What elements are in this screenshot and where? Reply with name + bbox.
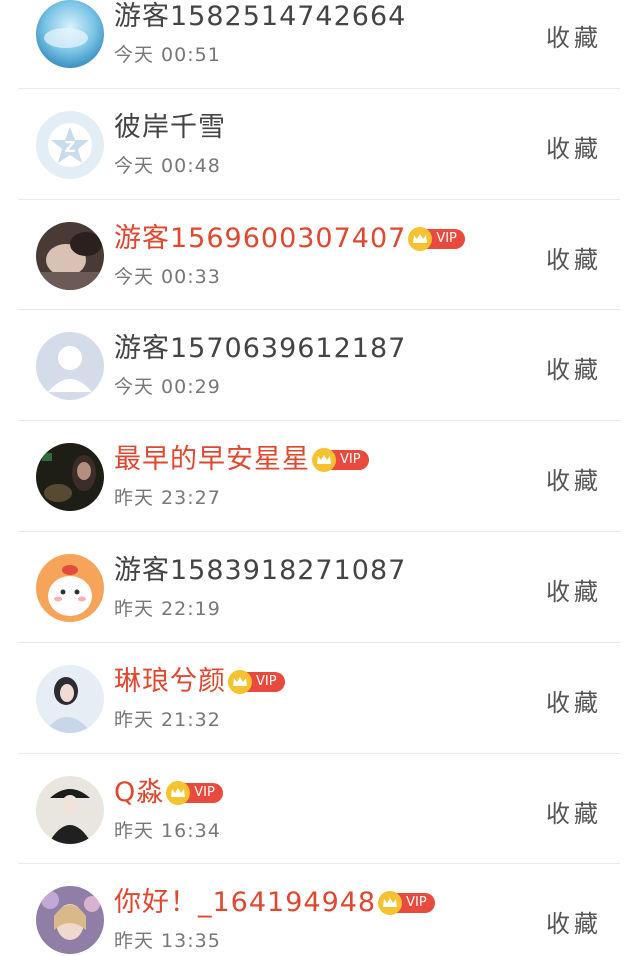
favorite-button[interactable]: 收藏 [546,572,602,607]
favorite-button[interactable]: 收藏 [546,683,602,718]
avatar[interactable] [36,553,104,622]
name-line: 你好！_164194948 VIP [114,886,435,920]
avatar[interactable] [36,221,104,290]
user-name[interactable]: 琳琅兮颜 [114,665,226,699]
timestamp: 昨天 23:27 [114,487,221,510]
favorite-button[interactable]: 收藏 [546,461,602,496]
name-line: 游客1569600307407 VIP [114,222,465,256]
crown-icon [228,669,252,694]
timestamp: 今天 00:29 [114,376,221,399]
vip-badge: VIP [378,891,435,916]
favorite-button[interactable]: 收藏 [546,904,602,939]
timestamp: 今天 00:48 [114,154,221,177]
user-name[interactable]: Q淼 [114,776,164,810]
vip-badge: VIP [166,780,223,805]
favorite-button[interactable]: 收藏 [546,18,602,53]
list-item[interactable]: Z 彼岸千雪 今天 00:48 收藏 [18,89,620,200]
list-item[interactable]: 游客1569600307407 VIP 今天 00:33 收藏 [18,200,620,311]
avatar[interactable] [36,443,104,512]
list-item[interactable]: 游客1570639612187 今天 00:29 收藏 [18,310,620,422]
avatar[interactable] [36,886,104,955]
name-line: 最早的早安星星 VIP [114,443,369,477]
list-item[interactable]: 琳琅兮颜 VIP 昨天 21:32 收藏 [18,643,620,754]
name-line: Q淼 VIP [114,776,223,810]
user-name[interactable]: 最早的早安星星 [114,443,310,477]
favorite-button[interactable]: 收藏 [546,350,602,385]
svg-text:Z: Z [65,138,76,156]
list-item[interactable]: 最早的早安星星 VIP 昨天 23:27 收藏 [18,421,620,532]
avatar[interactable] [36,664,104,733]
favorite-button[interactable]: 收藏 [546,794,602,829]
timestamp: 昨天 13:35 [114,930,221,953]
list-item[interactable]: 你好！_164194948 VIP 昨天 13:35 收藏 [18,864,620,956]
user-name[interactable]: 游客1583918271087 [114,554,406,588]
list-item[interactable]: 游客1582514742664 今天 00:51 收藏 [18,0,620,89]
name-line: 彼岸千雪 [114,111,226,145]
avatar[interactable] [36,775,104,844]
user-name[interactable]: 游客1569600307407 [114,222,406,256]
vip-badge: VIP [312,448,369,473]
crown-icon [408,226,433,251]
name-line: 游客1582514742664 [114,0,406,34]
vip-badge: VIP [228,669,285,694]
list-item[interactable]: Q淼 VIP 昨天 16:34 收藏 [18,754,620,865]
timestamp: 昨天 22:19 [114,597,221,620]
avatar[interactable]: Z [36,110,104,179]
avatar[interactable] [36,0,104,68]
crown-icon [312,448,336,473]
vip-badge: VIP [408,226,465,251]
name-line: 游客1570639612187 [114,332,406,366]
avatar[interactable] [36,332,104,401]
favorite-button[interactable]: 收藏 [546,129,602,164]
user-name[interactable]: 你好！_164194948 [114,886,376,920]
list-item[interactable]: 游客1583918271087 昨天 22:19 收藏 [18,532,620,643]
user-name[interactable]: 彼岸千雪 [114,111,226,145]
timestamp: 昨天 16:34 [114,819,221,842]
name-line: 琳琅兮颜 VIP [114,665,285,699]
user-name[interactable]: 游客1582514742664 [114,0,406,34]
timestamp: 今天 00:33 [114,265,221,288]
timestamp: 今天 00:51 [114,44,221,66]
user-name[interactable]: 游客1570639612187 [114,332,406,366]
favorite-button[interactable]: 收藏 [546,240,602,275]
crown-icon [166,780,191,805]
user-list: 游客1582514742664 今天 00:51 收藏 Z 彼岸千雪 今天 00… [0,0,640,955]
timestamp: 昨天 21:32 [114,708,221,731]
name-line: 游客1583918271087 [114,554,406,588]
